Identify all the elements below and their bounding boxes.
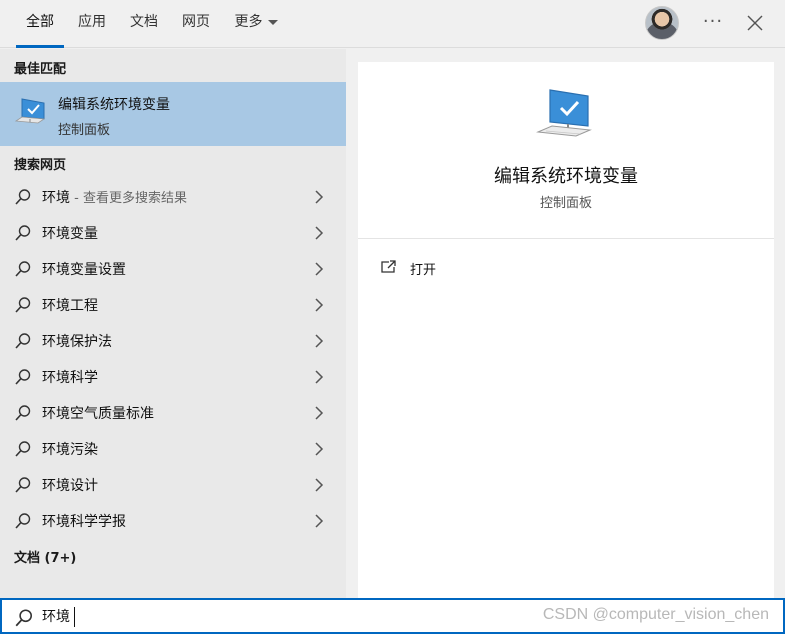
search-icon [15, 477, 31, 493]
web-result-label: 环境空气质量标准 [42, 406, 154, 422]
web-result-row[interactable]: 环境设计 [0, 466, 346, 502]
web-result-row[interactable]: 环境变量设置 [0, 250, 346, 286]
chevron-right-icon [315, 298, 324, 312]
best-match-subtitle: 控制面板 [58, 123, 111, 138]
search-icon [15, 297, 31, 313]
see-more-hint: - 查看更多搜索结果 [70, 191, 187, 206]
close-icon [747, 15, 763, 31]
chevron-right-icon [315, 514, 324, 528]
web-result-text: 环境 [42, 190, 70, 206]
search-icon [15, 369, 31, 385]
monitor-check-icon [536, 89, 592, 137]
detail-card: 编辑系统环境变量 控制面板 打开 [358, 62, 774, 598]
best-match-header: 最佳匹配 [14, 62, 67, 77]
web-result-label: 环境科学 [42, 370, 98, 386]
text-cursor [74, 607, 75, 627]
search-icon [15, 441, 31, 457]
tab-more[interactable]: 更多 [230, 0, 282, 48]
chevron-right-icon [315, 442, 324, 456]
watermark: CSDN @computer_vision_chen [542, 606, 769, 623]
tab-apps[interactable]: 应用 [74, 0, 110, 48]
close-button[interactable] [742, 8, 768, 38]
tab-more-label: 更多 [234, 14, 263, 30]
web-result-label: 环境工程 [42, 298, 98, 314]
web-result-label: 环境保护法 [42, 334, 112, 350]
search-icon [15, 261, 31, 277]
tab-web[interactable]: 网页 [178, 0, 214, 48]
web-result-label: 环境变量设置 [42, 262, 126, 278]
search-icon [15, 609, 32, 627]
web-result-label: 环境科学学报 [42, 514, 126, 530]
search-icon [15, 405, 31, 421]
web-result-row[interactable]: 环境变量 [0, 214, 346, 250]
tab-apps-label: 应用 [78, 14, 106, 30]
chevron-right-icon [315, 226, 324, 240]
web-result-row[interactable]: 环境 - 查看更多搜索结果 [0, 178, 346, 214]
detail-subtitle: 控制面板 [539, 196, 592, 211]
chevron-right-icon [315, 406, 324, 420]
tab-documents[interactable]: 文档 [126, 0, 162, 48]
chevron-right-icon [315, 478, 324, 492]
web-result-row[interactable]: 环境科学 [0, 358, 346, 394]
web-result-row[interactable]: 环境工程 [0, 286, 346, 322]
detail-title: 编辑系统环境变量 [494, 166, 638, 187]
open-action-label: 打开 [410, 263, 437, 278]
open-external-icon [381, 260, 396, 273]
search-icon [15, 225, 31, 241]
tab-documents-label: 文档 [130, 14, 158, 30]
web-result-row[interactable]: 环境污染 [0, 430, 346, 466]
tab-web-label: 网页 [182, 14, 210, 30]
active-tab-indicator [16, 45, 64, 48]
web-result-row[interactable]: 环境保护法 [0, 322, 346, 358]
search-input[interactable] [42, 605, 482, 627]
chevron-right-icon [315, 334, 324, 348]
top-bar: 全部 应用 文档 网页 更多 ··· [0, 0, 785, 48]
search-icon [15, 333, 31, 349]
chevron-right-icon [315, 370, 324, 384]
best-match-title: 编辑系统环境变量 [58, 97, 170, 113]
results-pane: 最佳匹配 编辑系统环境变量 控制面板 搜索网页 环境 - 查看更多搜索结果 环境… [0, 49, 346, 598]
web-result-label: 环境 - 查看更多搜索结果 [42, 187, 187, 207]
web-result-label: 环境设计 [42, 478, 98, 494]
user-avatar[interactable] [645, 6, 679, 40]
web-result-row[interactable]: 环境空气质量标准 [0, 394, 346, 430]
ellipsis-icon: ··· [702, 11, 724, 32]
web-search-header: 搜索网页 [14, 158, 67, 173]
web-result-row[interactable]: 环境科学学报 [0, 502, 346, 538]
caret-down-icon [267, 19, 278, 25]
chevron-right-icon [315, 190, 324, 204]
search-icon [15, 513, 31, 529]
divider [358, 238, 774, 239]
tab-all[interactable]: 全部 [16, 0, 64, 48]
more-options-button[interactable]: ··· [700, 8, 726, 38]
web-result-label: 环境污染 [42, 442, 98, 458]
search-icon [15, 189, 31, 205]
web-result-label: 环境变量 [42, 226, 98, 242]
tab-all-label: 全部 [26, 14, 54, 30]
documents-header[interactable]: 文档 (7+) [14, 547, 76, 566]
best-match-item[interactable]: 编辑系统环境变量 控制面板 [0, 82, 346, 146]
search-bar: CSDN @computer_vision_chen [0, 598, 785, 634]
chevron-right-icon [315, 262, 324, 276]
monitor-check-icon [14, 98, 46, 124]
